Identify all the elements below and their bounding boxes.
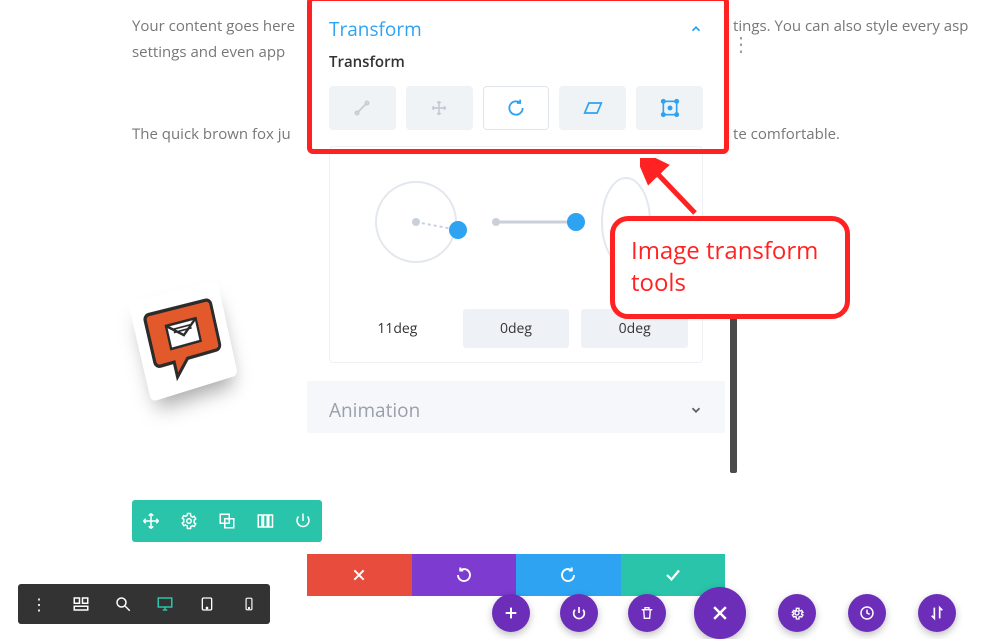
module-toolbar bbox=[132, 500, 322, 542]
power-button[interactable] bbox=[560, 594, 598, 632]
rotate-y-value[interactable]: 0deg bbox=[463, 309, 570, 348]
annotation-arrow bbox=[640, 158, 700, 218]
page-text: Your content goes here bbox=[132, 14, 295, 40]
close-builder-button[interactable] bbox=[694, 587, 746, 639]
trash-button[interactable] bbox=[628, 594, 666, 632]
chevron-down-icon bbox=[689, 403, 703, 417]
sort-button[interactable] bbox=[918, 594, 956, 632]
add-button[interactable] bbox=[492, 594, 530, 632]
page-text: tings. You can also style every asp bbox=[733, 14, 968, 40]
tool-rotate[interactable] bbox=[483, 86, 550, 130]
history-button[interactable] bbox=[848, 594, 886, 632]
redo-button[interactable] bbox=[516, 554, 621, 596]
module-thumbnail[interactable] bbox=[128, 281, 238, 402]
module-columns-icon[interactable] bbox=[246, 500, 284, 542]
section-header-transform[interactable]: Transform bbox=[307, 0, 725, 52]
device-switcher: ⋮ bbox=[18, 584, 270, 624]
transform-tool-row bbox=[307, 86, 725, 146]
rotate-x-value[interactable]: 11deg bbox=[344, 309, 451, 348]
chevron-up-icon bbox=[689, 22, 703, 36]
panel-more-icon[interactable]: ⋮ bbox=[731, 30, 750, 57]
annotation-callout: Image transform tools bbox=[610, 216, 850, 319]
tool-scale[interactable] bbox=[329, 86, 396, 130]
phone-view-icon[interactable] bbox=[228, 584, 270, 624]
section-title-animation: Animation bbox=[329, 397, 420, 423]
page-text: settings and even app bbox=[132, 40, 285, 66]
page-text: te comfortable. bbox=[733, 122, 840, 148]
desktop-view-icon[interactable] bbox=[144, 584, 186, 624]
section-sublabel: Transform bbox=[307, 52, 725, 86]
wireframe-view-icon[interactable] bbox=[60, 584, 102, 624]
builder-settings-button[interactable] bbox=[778, 594, 816, 632]
section-title: Transform bbox=[329, 16, 422, 42]
module-settings-icon[interactable] bbox=[170, 500, 208, 542]
mail-bubble-icon bbox=[137, 290, 229, 392]
module-move-icon[interactable] bbox=[132, 500, 170, 542]
module-power-icon[interactable] bbox=[284, 500, 322, 542]
undo-button[interactable] bbox=[412, 554, 517, 596]
panel-resize-handle[interactable] bbox=[730, 293, 737, 473]
module-duplicate-icon[interactable] bbox=[208, 500, 246, 542]
page-text: The quick brown fox ju bbox=[132, 122, 291, 148]
zoom-icon[interactable] bbox=[102, 584, 144, 624]
section-header-animation[interactable]: Animation bbox=[307, 381, 725, 433]
tool-move[interactable] bbox=[406, 86, 473, 130]
cancel-button[interactable] bbox=[307, 554, 412, 596]
panel-action-bar bbox=[307, 554, 725, 596]
tablet-view-icon[interactable] bbox=[186, 584, 228, 624]
tool-skew[interactable] bbox=[559, 86, 626, 130]
tool-origin[interactable] bbox=[636, 86, 703, 130]
menu-icon[interactable]: ⋮ bbox=[18, 584, 60, 624]
